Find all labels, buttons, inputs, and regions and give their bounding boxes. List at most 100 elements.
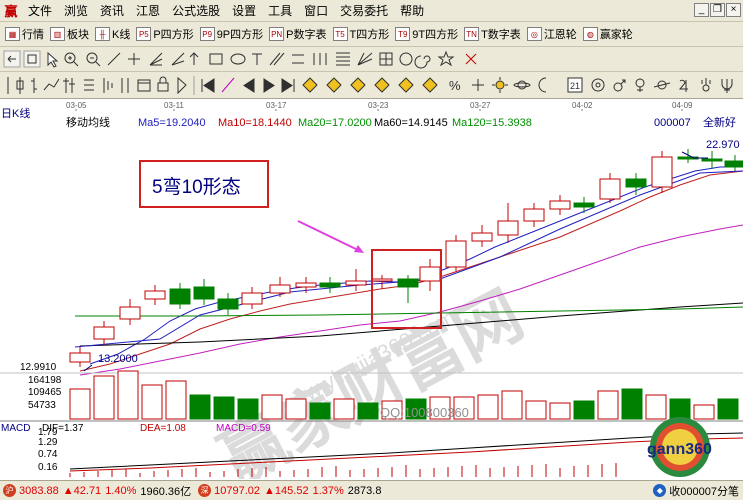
zoom-out-icon[interactable] xyxy=(86,52,101,67)
toolbar-button-label: P数字表 xyxy=(286,29,327,41)
text-tool-icon[interactable] xyxy=(252,53,262,65)
calendar-icon[interactable] xyxy=(137,79,151,92)
diamond-5-icon[interactable] xyxy=(398,77,414,93)
menu-item[interactable]: 窗口 xyxy=(298,0,334,22)
menu-item[interactable]: 江恩 xyxy=(130,0,166,22)
grid-icon[interactable] xyxy=(23,50,41,68)
candle-icon[interactable] xyxy=(16,77,24,94)
mars-icon[interactable] xyxy=(613,79,626,92)
minimize-button[interactable]: _ xyxy=(694,3,709,17)
date-label: 03-05 xyxy=(66,101,87,110)
gear-icon[interactable] xyxy=(591,78,605,92)
lock-icon[interactable] xyxy=(157,76,169,92)
menu-item[interactable]: 交易委托 xyxy=(334,0,394,22)
first-icon[interactable] xyxy=(201,78,215,93)
sz-index-pct: 1.37% xyxy=(312,484,344,497)
planet-icon[interactable] xyxy=(513,80,531,90)
ray-icon[interactable] xyxy=(171,52,185,66)
number-21-icon[interactable]: 21 xyxy=(567,77,583,93)
neptune-icon[interactable] xyxy=(721,79,733,93)
circle-tool-icon[interactable] xyxy=(399,52,413,66)
next-icon[interactable] xyxy=(263,78,275,93)
pan-icon[interactable] xyxy=(128,53,140,65)
split-icon[interactable] xyxy=(121,78,129,93)
moon-icon[interactable] xyxy=(538,77,547,93)
square-grid-icon[interactable] xyxy=(379,52,393,66)
sun-icon[interactable] xyxy=(492,77,508,93)
delete-icon[interactable] xyxy=(465,53,477,65)
toolbar-button[interactable]: ╫ K线 xyxy=(92,24,133,45)
last-icon[interactable] xyxy=(281,78,295,93)
sz-index-value[interactable]: 10797.02 xyxy=(214,485,260,497)
menu-item[interactable]: 浏览 xyxy=(58,0,94,22)
plus-icon[interactable] xyxy=(472,79,484,91)
cursor-icon[interactable] xyxy=(47,51,59,68)
chart-toolbar: % 21 xyxy=(0,72,743,99)
indicator-icon[interactable] xyxy=(84,79,94,91)
percent-icon[interactable]: % xyxy=(449,78,461,93)
cycle-icon[interactable] xyxy=(313,53,327,65)
diamond-1-icon[interactable] xyxy=(302,77,318,93)
mark-icon[interactable] xyxy=(177,76,187,95)
menu-item[interactable]: 资讯 xyxy=(94,0,130,22)
app-logo-icon[interactable]: 赢 xyxy=(2,2,20,20)
tool-toolbar-icons xyxy=(3,50,477,69)
toolbar-button-label: 板块 xyxy=(67,29,89,41)
jupiter-icon[interactable] xyxy=(678,79,688,92)
toolbar-button[interactable]: ▥ 板块 xyxy=(47,24,92,45)
diamond-6-icon[interactable] xyxy=(422,77,438,93)
toolbar-button[interactable]: T5 T四方形 xyxy=(330,24,393,45)
diamond-3-icon[interactable] xyxy=(350,77,366,93)
spiral-icon[interactable] xyxy=(414,55,431,69)
toolbar-button[interactable]: TN T数字表 xyxy=(461,24,524,45)
undo-icon[interactable] xyxy=(3,50,21,68)
menu-item[interactable]: 帮助 xyxy=(394,0,430,22)
chart-area[interactable]: 03-05 03-11 03-17 03-23 03-27 04-02 04-09 日K线 … xyxy=(0,99,743,497)
prev-icon[interactable] xyxy=(243,78,255,93)
star-icon[interactable] xyxy=(437,50,455,67)
toolbar-button[interactable]: ◍ 赢家轮 xyxy=(580,24,636,45)
candle-body xyxy=(371,278,393,282)
menu-item[interactable]: 工具 xyxy=(262,0,298,22)
parallel-icon[interactable] xyxy=(269,52,285,66)
trend-line-icon[interactable] xyxy=(221,77,235,93)
period-icon[interactable] xyxy=(63,78,75,93)
arrow-up-icon[interactable] xyxy=(189,52,199,65)
uranus-icon[interactable] xyxy=(701,78,711,92)
channel-icon[interactable] xyxy=(292,54,304,64)
kline-chart[interactable]: 03-05 03-11 03-17 03-23 03-27 04-02 04-09 日K线 … xyxy=(0,99,743,497)
venus-icon[interactable] xyxy=(635,78,645,92)
gann-fan-icon[interactable] xyxy=(357,52,373,66)
bar-icon[interactable] xyxy=(31,78,37,93)
toolbar-button[interactable]: ▦ 行情 xyxy=(2,24,47,45)
rectangle-tool-icon[interactable] xyxy=(209,53,223,65)
menu-item[interactable]: 文件 xyxy=(22,0,58,22)
sz-index-amount: 2873.8 xyxy=(347,484,382,497)
fan-icon[interactable] xyxy=(149,52,163,66)
winner-wheel-icon: ◍ xyxy=(582,27,598,41)
ellipse-tool-icon[interactable] xyxy=(230,53,246,65)
menu-item[interactable]: 公式选股 xyxy=(166,0,226,22)
toolbar-button[interactable]: P5 P四方形 xyxy=(133,24,196,45)
restore-button[interactable]: ❐ xyxy=(710,3,725,17)
diamond-4-icon[interactable] xyxy=(374,77,390,93)
candle-body xyxy=(269,284,291,294)
saturn-icon[interactable] xyxy=(653,80,671,90)
diamond-2-icon[interactable] xyxy=(326,77,342,93)
line-chart-icon[interactable] xyxy=(43,78,60,91)
toolbar-button[interactable]: PN P数字表 xyxy=(266,24,329,45)
fibonacci-icon[interactable] xyxy=(336,52,350,66)
close-button[interactable]: × xyxy=(726,3,741,17)
line-tool-icon[interactable] xyxy=(107,52,121,66)
toolbar-button[interactable]: T9 9T四方形 xyxy=(392,24,461,45)
menu-item[interactable]: 设置 xyxy=(226,0,262,22)
macd-value: MACD=0.59 xyxy=(216,423,271,434)
zoom-in-icon[interactable] xyxy=(64,52,79,67)
volume-bar xyxy=(501,390,523,420)
sh-index-amount: 1960.36亿 xyxy=(140,485,192,498)
candle-body xyxy=(523,208,545,222)
tick-icon[interactable] xyxy=(103,78,113,93)
toolbar-button[interactable]: P9 9P四方形 xyxy=(197,24,266,45)
sh-index-value[interactable]: 3083.88 xyxy=(19,485,59,497)
toolbar-button[interactable]: ◎ 江恩轮 xyxy=(524,24,580,45)
